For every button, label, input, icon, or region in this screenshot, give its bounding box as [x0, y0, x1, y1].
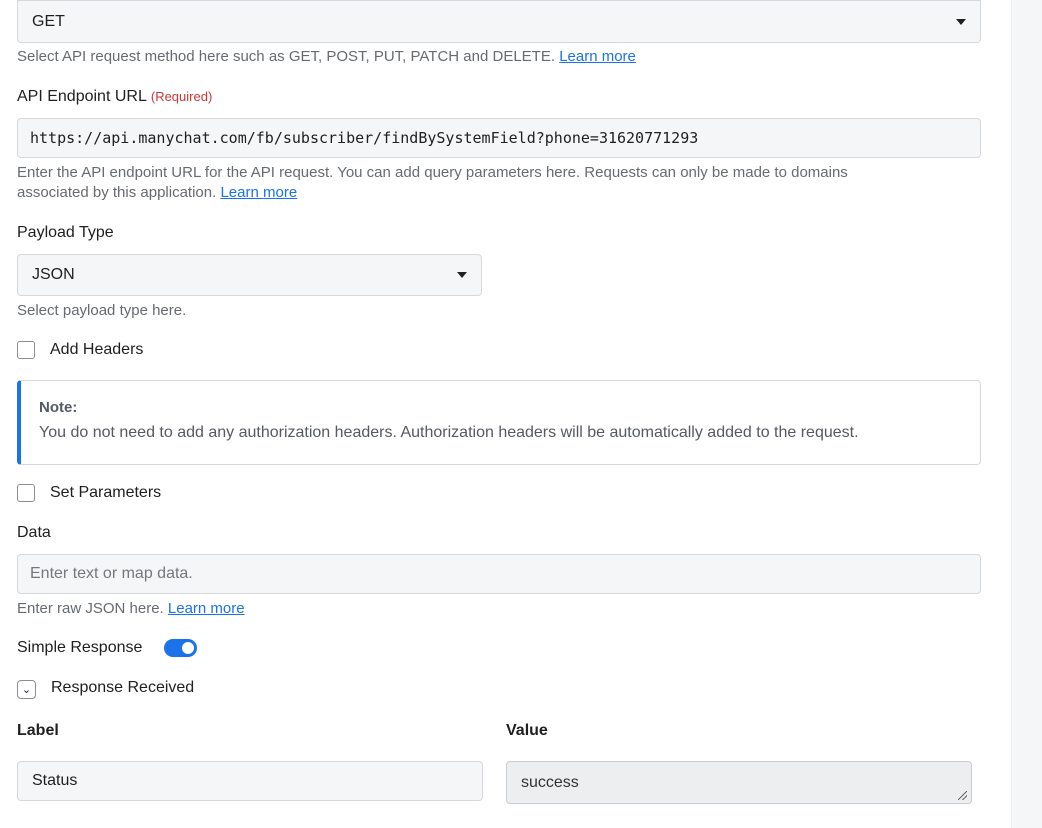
endpoint-url-input[interactable]: https://api.manychat.com/fb/subscriber/f…	[17, 118, 981, 158]
response-received-label: Response Received	[51, 679, 195, 696]
data-input[interactable]: Enter text or map data.	[17, 554, 981, 594]
method-select[interactable]: GET	[17, 0, 981, 43]
chevron-down-icon: ⌄	[21, 684, 32, 696]
chevron-down-icon	[457, 272, 467, 278]
response-received-expander[interactable]: ⌄	[17, 680, 36, 699]
right-panel-edge	[1011, 0, 1042, 828]
endpoint-learn-more-link[interactable]: Learn more	[220, 184, 297, 201]
endpoint-url-value: https://api.manychat.com/fb/subscriber/f…	[30, 129, 699, 147]
note-box: Note: You do not need to add any authori…	[17, 380, 981, 465]
resize-handle-icon[interactable]	[958, 791, 967, 800]
endpoint-label: API Endpoint URL (Required)	[17, 88, 213, 105]
data-hint: Enter raw JSON here. Learn more	[17, 600, 245, 617]
label-column-header: Label	[17, 722, 59, 739]
add-headers-label: Add Headers	[50, 341, 144, 358]
payload-type-label: Payload Type	[17, 224, 114, 241]
method-select-value: GET	[32, 12, 65, 30]
set-parameters-checkbox[interactable]	[17, 484, 35, 502]
required-marker: (Required)	[150, 89, 213, 104]
response-value-field: success	[506, 761, 972, 804]
endpoint-hint: Enter the API endpoint URL for the API r…	[17, 164, 848, 201]
note-title: Note:	[39, 399, 78, 416]
api-request-form: GET Select API request method here such …	[0, 0, 1042, 828]
add-headers-checkbox[interactable]	[17, 341, 35, 359]
note-text: You do not need to add any authorization…	[39, 424, 859, 441]
response-value-text: success	[521, 773, 579, 791]
method-hint: Select API request method here such as G…	[17, 48, 636, 65]
response-label-field[interactable]: Status	[17, 761, 483, 801]
data-label: Data	[17, 524, 51, 541]
set-parameters-label: Set Parameters	[50, 484, 162, 501]
payload-type-value: JSON	[32, 266, 75, 283]
response-label-value: Status	[32, 772, 78, 789]
payload-type-select[interactable]: JSON	[17, 254, 482, 296]
data-learn-more-link[interactable]: Learn more	[168, 600, 245, 617]
value-column-header: Value	[506, 722, 548, 739]
method-learn-more-link[interactable]: Learn more	[559, 48, 636, 65]
simple-response-label: Simple Response	[17, 639, 143, 656]
data-input-placeholder: Enter text or map data.	[30, 565, 193, 582]
payload-hint: Select payload type here.	[17, 302, 187, 319]
simple-response-toggle[interactable]	[164, 639, 197, 657]
toggle-knob	[182, 642, 194, 654]
chevron-down-icon	[956, 18, 966, 25]
